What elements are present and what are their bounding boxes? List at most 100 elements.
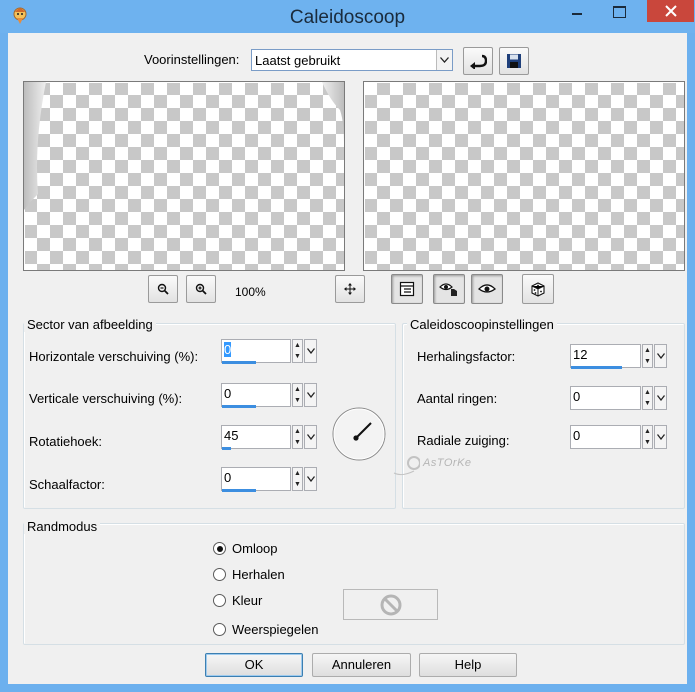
edge-option-wrap[interactable]: Kleur [213,593,303,609]
spin-arrows[interactable]: ▲ ▼ [292,467,303,491]
proof-button[interactable] [391,274,423,304]
slider-dropdown-button[interactable] [304,425,317,449]
ring-count-spinner[interactable]: 0 ▲ ▼ [570,386,667,412]
edge-color-swatch [343,589,438,620]
zoom-out-button[interactable] [148,275,178,303]
slider-dropdown-button[interactable] [654,425,667,449]
source-image-edge [24,82,344,210]
slider-dropdown-button[interactable] [654,344,667,368]
edge-option-wrap[interactable]: Omloop [213,541,303,557]
rotation-angle-input[interactable]: 45 [221,425,291,449]
preview-toggle-button[interactable] [471,274,503,304]
chevron-down-icon [656,353,665,359]
source-preview[interactable] [23,81,345,271]
chevron-down-icon [306,392,315,398]
minimize-button[interactable] [560,0,594,24]
dialog-window: Caleidoscoop Voorinstellingen: Laatst ge… [0,0,695,692]
repeat-factor-label: Herhalingsfactor: [417,349,516,364]
spin-arrows[interactable]: ▲ ▼ [292,383,303,407]
eye-hand-icon [439,283,457,296]
chevron-down-icon [306,434,315,440]
repeat-factor-spinner[interactable]: 12 ▲ ▼ [570,344,667,370]
minimize-icon [572,13,582,15]
move-icon [344,283,356,295]
help-button[interactable]: Help [419,653,517,677]
cancel-button[interactable]: Annuleren [312,653,411,677]
slider-dropdown-button[interactable] [304,383,317,407]
edge-option-label: Kleur [232,593,263,608]
spin-arrows[interactable]: ▲ ▼ [292,339,303,363]
ok-button[interactable]: OK [205,653,303,677]
rotation-angle-bar [222,447,231,450]
watermark-swirl-icon [393,456,420,476]
presets-label: Voorinstellingen: [144,52,240,67]
combo-dropdown-button[interactable] [436,50,452,70]
chevron-down-icon [306,476,315,482]
no-sign-icon [380,594,401,615]
rotation-angle-label: Rotatiehoek: [29,434,102,449]
pan-button[interactable] [335,275,365,303]
result-preview [363,81,685,271]
randomize-button[interactable] [522,274,554,304]
layout-preview-icon [399,281,415,297]
dice-icon [531,282,545,297]
chevron-down-icon [306,348,315,354]
zoom-level: 100% [235,285,266,299]
horizontal-offset-spinner[interactable]: 0 ▲ ▼ [221,339,318,365]
auto-proof-button[interactable] [433,274,465,304]
edge-option-wrap[interactable]: Herhalen [213,567,303,583]
ring-count-label: Aantal ringen: [417,391,498,406]
vertical-offset-spinner[interactable]: 0 ▲ ▼ [221,383,318,409]
radial-suction-spinner[interactable]: 0 ▲ ▼ [570,425,667,451]
scale-factor-input[interactable]: 0 [221,467,291,491]
scale-factor-spinner[interactable]: 0 ▲ ▼ [221,467,318,493]
chevron-down-icon [656,395,665,401]
zoom-in-icon [195,283,207,295]
vertical-offset-label: Verticale verschuiving (%): [29,391,183,406]
slider-dropdown-button[interactable] [304,467,317,491]
rotation-angle-spinner[interactable]: 45 ▲ ▼ [221,425,318,451]
scale-factor-label: Schaalfactor: [29,477,105,492]
edge-option-label: Weerspiegelen [232,622,319,637]
radio-herhalen[interactable] [213,568,226,581]
horizontal-offset-bar [222,361,256,364]
zoom-in-button[interactable] [186,275,216,303]
maximize-button[interactable] [601,0,635,24]
undo-arrow-icon [470,54,487,69]
presets-combo[interactable]: Laatst gebruikt [251,49,453,71]
edge-mode-group [23,523,685,645]
radial-suction-input[interactable]: 0 [570,425,641,449]
repeat-factor-bar [571,366,622,369]
edge-mode-title: Randmodus [24,519,101,534]
slider-dropdown-button[interactable] [304,339,317,363]
watermark-text: AsTOrKe [423,457,472,469]
radial-suction-label: Radiale zuiging: [417,433,510,448]
kaleidoscope-settings-title: Caleidoscoopinstellingen [407,317,557,332]
horizontal-offset-input[interactable]: 0 [221,339,291,363]
slider-dropdown-button[interactable] [654,386,667,410]
vertical-offset-input[interactable]: 0 [221,383,291,407]
spin-arrows[interactable]: ▲ ▼ [642,386,653,410]
angle-dial-icon[interactable] [331,406,387,462]
save-preset-button[interactable] [499,47,529,75]
edge-option-label: Omloop [232,541,278,556]
dialog-client-area: Voorinstellingen: Laatst gebruikt 100% S… [8,33,687,684]
close-button[interactable] [647,0,694,22]
chevron-down-icon [656,434,665,440]
spin-arrows[interactable]: ▲ ▼ [292,425,303,449]
reset-preset-button[interactable] [463,47,493,75]
chevron-down-icon [440,57,449,63]
repeat-factor-input[interactable]: 12 [570,344,641,368]
edge-option-wrap[interactable]: Weerspiegelen [213,622,333,638]
radio-weerspiegelen[interactable] [213,623,226,636]
floppy-disk-icon [507,54,521,68]
ring-count-input[interactable]: 0 [570,386,641,410]
spin-arrows[interactable]: ▲ ▼ [642,425,653,449]
sector-group-title: Sector van afbeelding [24,317,156,332]
radio-omloop[interactable] [213,542,226,555]
title-bar[interactable]: Caleidoscoop [0,0,695,33]
presets-combo-value: Laatst gebruikt [255,53,341,68]
radio-kleur[interactable] [213,594,226,607]
spin-arrows[interactable]: ▲ ▼ [642,344,653,368]
horizontal-offset-label: Horizontale verschuiving (%): [29,349,199,364]
